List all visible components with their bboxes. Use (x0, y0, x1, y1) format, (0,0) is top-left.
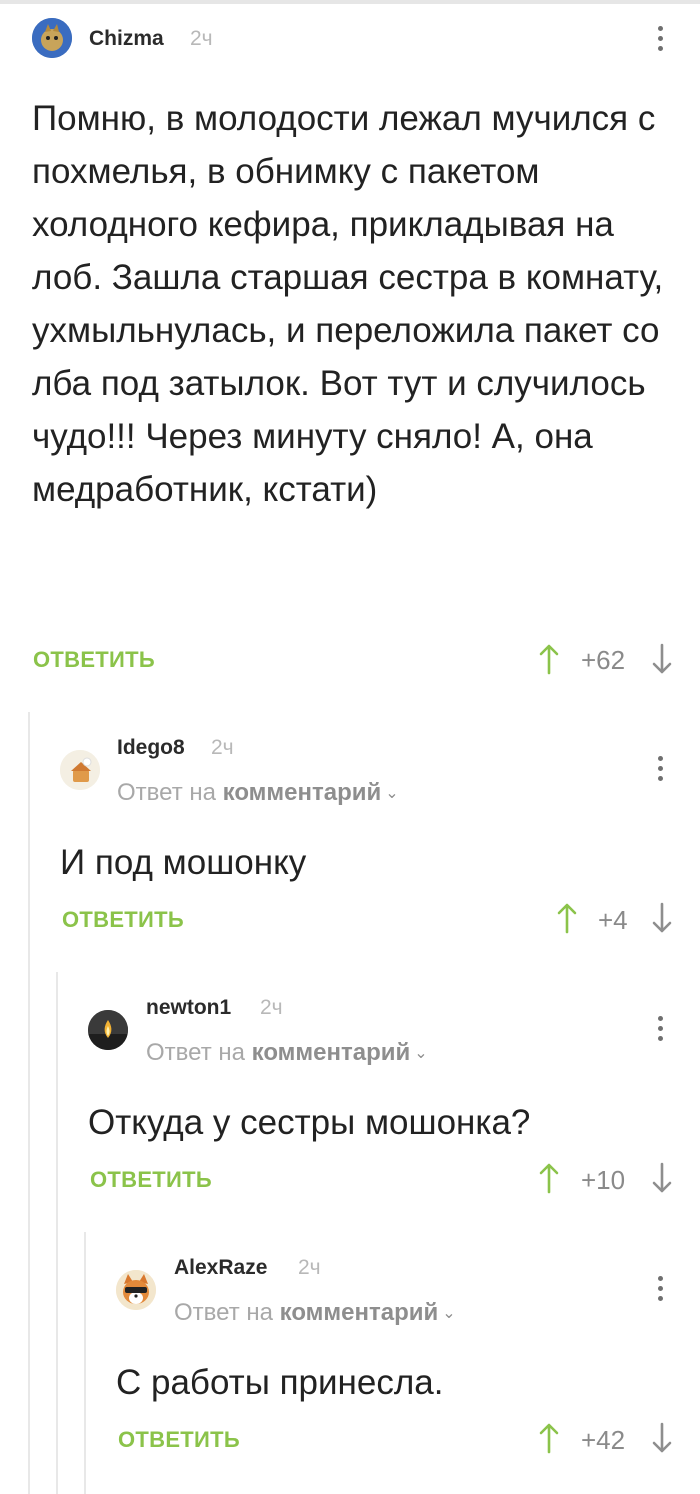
comment-username[interactable]: Chizma (89, 27, 164, 51)
chevron-down-icon[interactable]: ⌄ (385, 783, 398, 803)
more-vertical-icon[interactable] (651, 754, 671, 784)
reply-to-link[interactable]: Ответ на комментарий ⌄ (117, 779, 399, 807)
comment-time: 2ч (260, 996, 283, 1019)
arrow-down-icon[interactable] (651, 1162, 673, 1194)
reply-button[interactable]: ОТВЕТИТЬ (118, 1427, 240, 1453)
chevron-down-icon[interactable]: ⌄ (414, 1043, 427, 1063)
comment-text: Откуда у сестры мошонка? (88, 1103, 531, 1142)
more-vertical-icon[interactable] (651, 1014, 671, 1044)
reply-to-target[interactable]: комментарий (252, 1039, 411, 1066)
arrow-up-icon[interactable] (538, 1162, 560, 1194)
comment-username[interactable]: Idego8 (117, 736, 185, 760)
reply-to-link[interactable]: Ответ на комментарий ⌄ (146, 1039, 428, 1067)
avatar[interactable] (88, 1010, 128, 1050)
comment-time: 2ч (298, 1256, 321, 1279)
comment-alexraze: AlexRaze 2ч Ответ на комментарий ⌄ С рабо… (0, 1232, 700, 1494)
comment-newton1: newton1 2ч Ответ на комментарий ⌄ Откуда … (0, 972, 700, 1232)
arrow-down-icon[interactable] (651, 643, 673, 675)
reply-to-prefix: Ответ на (146, 1039, 245, 1066)
arrow-down-icon[interactable] (651, 1422, 673, 1454)
comment-idego8: Idego8 2ч Ответ на комментарий ⌄ И под мо… (0, 712, 700, 972)
more-vertical-icon[interactable] (651, 1274, 671, 1304)
more-vertical-icon[interactable] (651, 24, 671, 54)
reply-button[interactable]: ОТВЕТИТЬ (90, 1167, 212, 1193)
avatar[interactable] (60, 750, 100, 790)
comment-time: 2ч (190, 27, 213, 50)
comment-chizma: Chizma 2ч Помню, в молодости лежал мучил… (0, 0, 700, 700)
comment-username[interactable]: newton1 (146, 996, 231, 1020)
reply-to-target[interactable]: комментарий (280, 1299, 439, 1326)
comment-text: И под мошонку (60, 843, 307, 882)
avatar[interactable] (116, 1270, 156, 1310)
comment-text: Помню, в молодости лежал мучился с похме… (32, 99, 664, 509)
reply-button[interactable]: ОТВЕТИТЬ (33, 647, 155, 673)
vote-score: +42 (581, 1425, 626, 1455)
reply-to-prefix: Ответ на (174, 1299, 273, 1326)
reply-to-target[interactable]: комментарий (223, 779, 382, 806)
vote-score: +10 (581, 1165, 626, 1195)
arrow-up-icon[interactable] (538, 1422, 560, 1454)
comment-username[interactable]: AlexRaze (174, 1256, 267, 1280)
vote-score: +62 (581, 645, 626, 675)
chevron-down-icon[interactable]: ⌄ (442, 1303, 455, 1323)
reply-button[interactable]: ОТВЕТИТЬ (62, 907, 184, 933)
vote-score: +4 (598, 905, 628, 935)
reply-to-prefix: Ответ на (117, 779, 216, 806)
arrow-up-icon[interactable] (556, 902, 578, 934)
arrow-up-icon[interactable] (538, 643, 560, 675)
comment-text: С работы принесла. (116, 1363, 444, 1402)
comment-time: 2ч (211, 736, 234, 759)
avatar[interactable] (32, 18, 72, 58)
reply-to-link[interactable]: Ответ на комментарий ⌄ (174, 1299, 456, 1327)
arrow-down-icon[interactable] (651, 902, 673, 934)
